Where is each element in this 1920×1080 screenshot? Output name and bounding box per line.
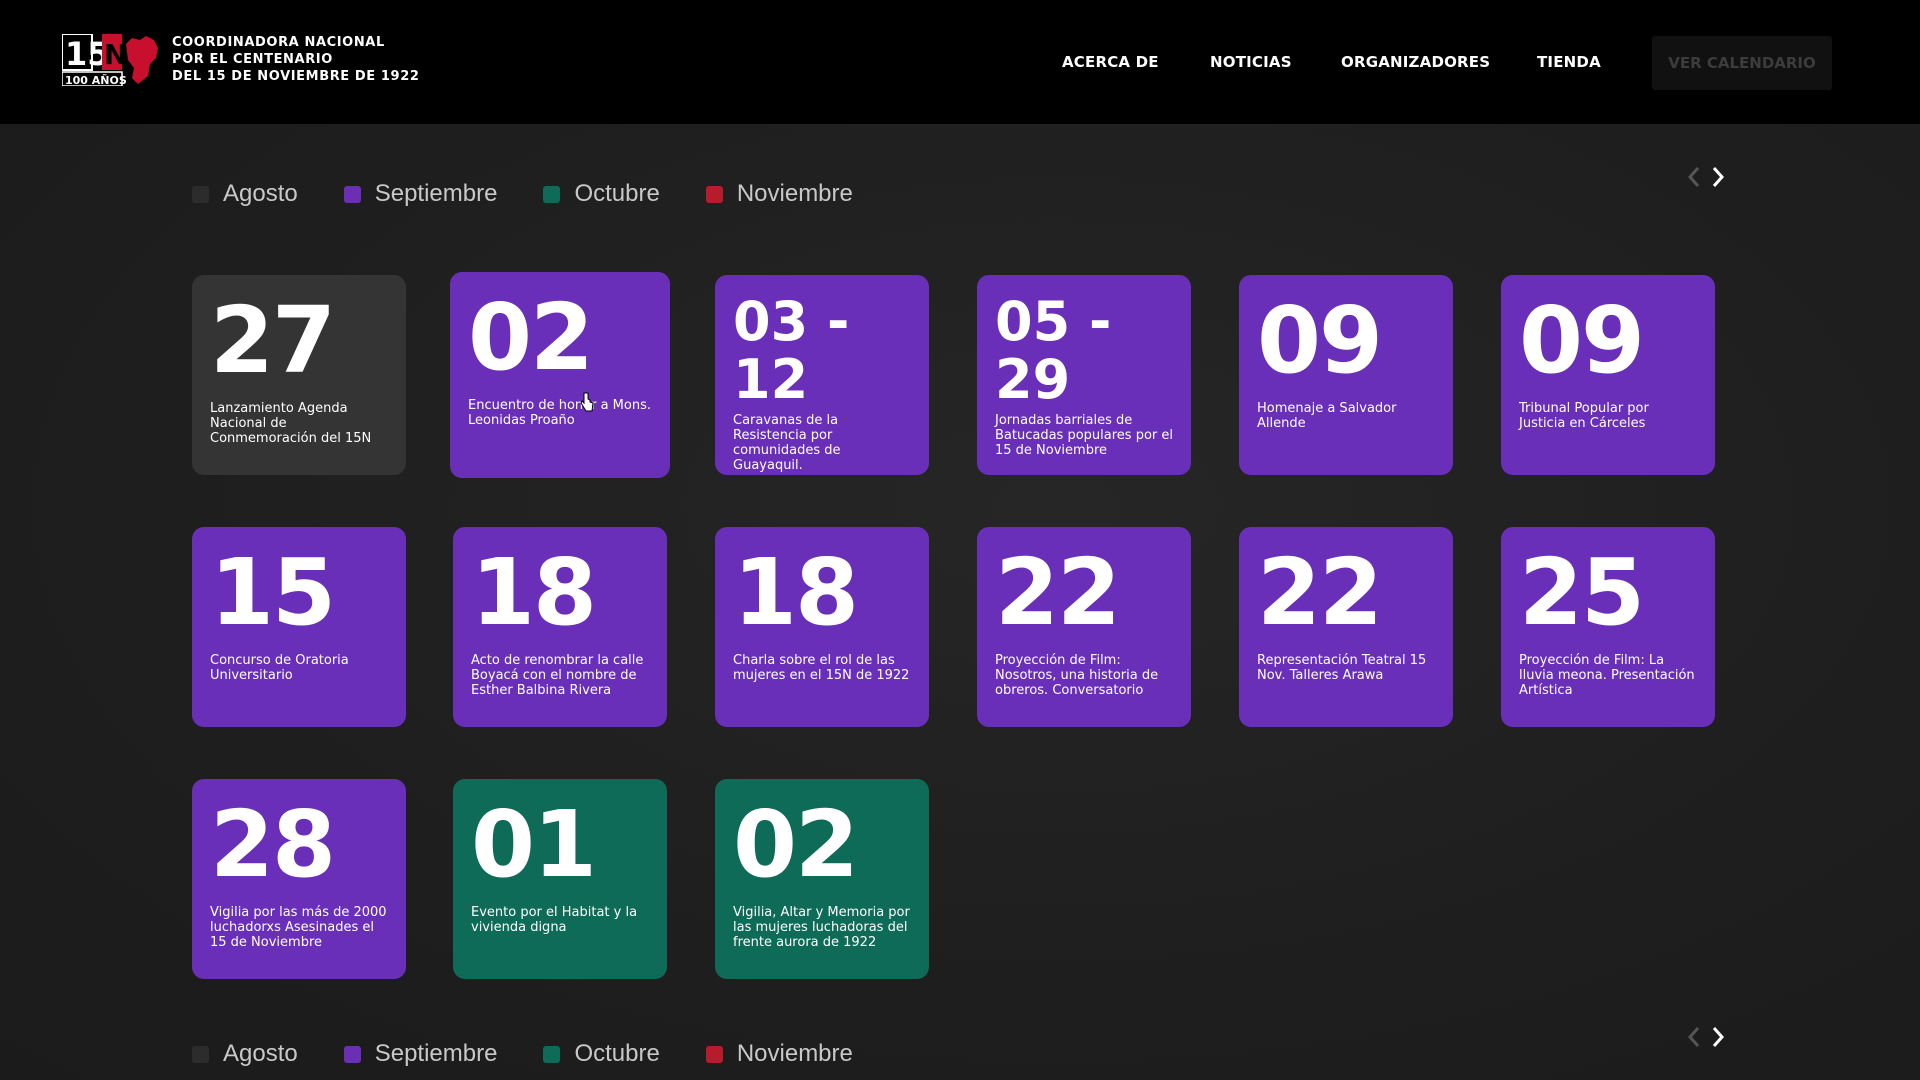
legend-agosto[interactable]: Agosto (192, 1040, 298, 1068)
chevron-right-icon[interactable] (1708, 1022, 1728, 1052)
chevron-left-icon[interactable] (1684, 162, 1704, 192)
event-description: Charla sobre el rol de las mujeres en el… (733, 653, 910, 683)
month-legend-top: Agosto Septiembre Octubre Noviembre (192, 179, 899, 209)
event-day: 02 (733, 791, 859, 898)
event-day: 03 - 12 (733, 290, 850, 411)
event-card[interactable]: 03 - 12 Caravanas de la Resistencia por … (715, 275, 929, 475)
legend-label: Agosto (223, 180, 298, 207)
legend-label: Septiembre (374, 180, 498, 207)
legend-noviembre[interactable]: Noviembre (705, 1040, 853, 1068)
legend-swatch (343, 1045, 361, 1063)
brand-line-1: COORDINADORA NACIONAL (172, 35, 385, 50)
legend-septiembre[interactable]: Septiembre (343, 180, 498, 208)
event-card[interactable]: 01 Evento por el Habitat y la vivienda d… (453, 779, 667, 979)
event-day: 22 (995, 539, 1121, 646)
event-description: Jornadas barriales de Batucadas populare… (995, 413, 1173, 458)
event-card[interactable]: 25 Proyección de Film: La lluvia meona. … (1501, 527, 1715, 727)
event-card[interactable]: 02 Vigilia, Altar y Memoria por las muje… (715, 779, 929, 979)
event-description: Vigilia por las más de 2000 luchadorxs A… (210, 905, 387, 950)
event-card[interactable]: 22 Representación Teatral 15 Nov. Taller… (1239, 527, 1453, 727)
event-day: 25 (1519, 539, 1645, 646)
event-day: 22 (1257, 539, 1383, 646)
legend-swatch (705, 185, 723, 203)
legend-swatch (705, 1045, 723, 1063)
legend-label: Septiembre (374, 1040, 498, 1067)
event-day: 18 (471, 539, 597, 646)
chevron-right-icon[interactable] (1708, 162, 1728, 192)
event-card[interactable]: 02 Encuentro de honor a Mons. Leonidas P… (450, 272, 670, 478)
event-description: Caravanas de la Resistencia por comunida… (733, 413, 841, 473)
event-description: Homenaje a Salvador Allende (1257, 401, 1397, 431)
legend-swatch (543, 1045, 561, 1063)
legend-agosto[interactable]: Agosto (192, 180, 298, 208)
event-description: Proyección de Film: Nosotros, una histor… (995, 653, 1159, 698)
carousel-arrows-top (1684, 162, 1728, 192)
hand-cursor-icon (580, 392, 594, 412)
event-day: 28 (210, 791, 336, 898)
legend-swatch (192, 185, 209, 203)
nav-news[interactable]: NOTICIAS (1210, 53, 1292, 71)
event-card[interactable]: 18 Acto de renombrar la calle Boyacá con… (453, 527, 667, 727)
event-description: Tribunal Popular por Justicia en Cárcele… (1519, 401, 1649, 431)
event-description: Encuentro de honor a Mons. Leonidas Proa… (468, 398, 651, 428)
event-day: 01 (471, 791, 597, 898)
legend-swatch (192, 1045, 209, 1063)
view-calendar-button[interactable]: VER CALENDARIO (1652, 36, 1832, 90)
event-card[interactable]: 22 Proyección de Film: Nosotros, una his… (977, 527, 1191, 727)
event-day: 27 (210, 287, 336, 394)
event-card[interactable]: 18 Charla sobre el rol de las mujeres en… (715, 527, 929, 727)
event-card[interactable]: 15 Concurso de Oratoria Universitario (192, 527, 406, 727)
event-card[interactable]: 27 Lanzamiento Agenda Nacional de Conmem… (192, 275, 406, 475)
event-day: 09 (1519, 287, 1645, 394)
carousel-arrows-bottom (1684, 1022, 1728, 1052)
event-day: 18 (733, 539, 859, 646)
event-day: 05 - 29 (995, 290, 1112, 411)
event-card[interactable]: 09 Homenaje a Salvador Allende (1239, 275, 1453, 475)
event-day: 09 (1257, 287, 1383, 394)
site-header: 15 N 100 AÑOS COORDINADORA NACIONAL POR … (0, 0, 1920, 124)
event-description: Acto de renombrar la calle Boyacá con el… (471, 653, 644, 698)
legend-label: Octubre (574, 1040, 660, 1067)
legend-label: Noviembre (736, 180, 853, 207)
event-card[interactable]: 28 Vigilia por las más de 2000 luchadorx… (192, 779, 406, 979)
chevron-left-icon[interactable] (1684, 1022, 1704, 1052)
legend-label: Agosto (223, 1040, 298, 1067)
event-description: Concurso de Oratoria Universitario (210, 653, 349, 683)
event-card[interactable]: 09 Tribunal Popular por Justicia en Cárc… (1501, 275, 1715, 475)
legend-octubre[interactable]: Octubre (543, 1040, 660, 1068)
event-description: Evento por el Habitat y la vivienda dign… (471, 905, 638, 935)
event-description: Representación Teatral 15 Nov. Talleres … (1257, 653, 1427, 683)
event-description: Lanzamiento Agenda Nacional de Conmemora… (210, 401, 372, 446)
event-card[interactable]: 05 - 29 Jornadas barriales de Batucadas … (977, 275, 1191, 475)
event-day: 15 (210, 539, 336, 646)
legend-label: Octubre (574, 180, 660, 207)
legend-label: Noviembre (736, 1040, 853, 1067)
legend-noviembre[interactable]: Noviembre (705, 180, 853, 208)
event-description: Vigilia, Altar y Memoria por las mujeres… (733, 905, 910, 950)
nav-organizers[interactable]: ORGANIZADORES (1341, 53, 1490, 71)
event-day: 02 (468, 284, 594, 391)
svg-text:100 AÑOS: 100 AÑOS (65, 74, 127, 86)
event-description: Proyección de Film: La lluvia meona. Pre… (1519, 653, 1695, 698)
main-nav: ACERCA DE NOTICIAS ORGANIZADORES TIENDA (0, 53, 1920, 73)
legend-septiembre[interactable]: Septiembre (343, 1040, 498, 1068)
month-legend-bottom: Agosto Septiembre Octubre Noviembre (192, 1039, 899, 1069)
legend-swatch (343, 185, 361, 203)
legend-octubre[interactable]: Octubre (543, 180, 660, 208)
nav-about[interactable]: ACERCA DE (1062, 53, 1159, 71)
legend-swatch (543, 185, 561, 203)
nav-store[interactable]: TIENDA (1537, 53, 1601, 71)
